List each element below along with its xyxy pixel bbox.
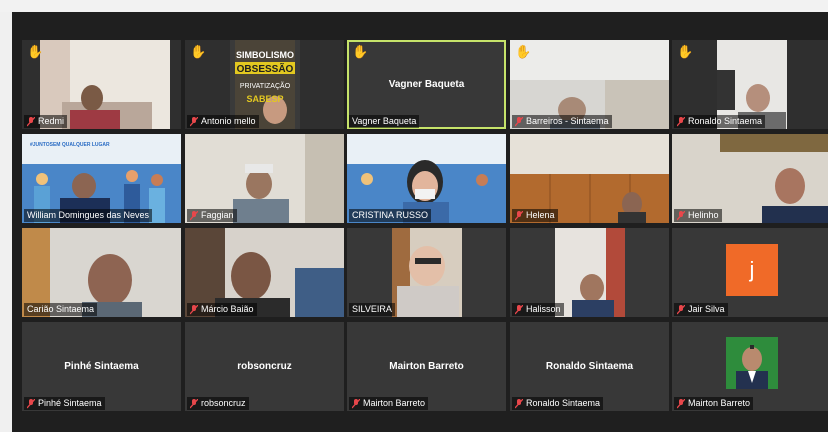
participant-name: Antonio mello bbox=[201, 116, 256, 126]
participant-tile-vagner-active[interactable]: ✋ Vagner Baqueta Vagner Baqueta bbox=[347, 40, 506, 129]
raised-hand-icon: ✋ bbox=[27, 44, 44, 59]
participant-tile-pinhe[interactable]: Pinhé Sintaema Pinhé Sintaema bbox=[22, 322, 181, 411]
participant-tile-mairton-2[interactable]: Mairton Barreto bbox=[672, 322, 828, 411]
participant-name: Carião Sintaema bbox=[27, 304, 95, 314]
participant-label: Ronaldo Sintaema bbox=[512, 397, 604, 410]
participant-name: CRISTINA RUSSO bbox=[352, 210, 429, 220]
participant-tile-jair[interactable]: j Jair Silva bbox=[672, 228, 828, 317]
muted-mic-icon bbox=[190, 398, 198, 408]
participant-tile-cariao[interactable]: Carião Sintaema bbox=[22, 228, 181, 317]
participant-label: Helinho bbox=[674, 209, 722, 222]
poster-line-3: PRIVATIZAÇÃO bbox=[240, 81, 291, 90]
muted-mic-icon bbox=[677, 398, 685, 408]
participant-label: Vagner Baqueta bbox=[349, 115, 420, 128]
participant-label: Halisson bbox=[512, 303, 564, 316]
participant-name: Jair Silva bbox=[688, 304, 725, 314]
participant-name: Helena bbox=[526, 210, 555, 220]
participant-label: Barreiros - Sintaema bbox=[512, 115, 612, 128]
participant-tile-barreiros[interactable]: ✋ Barreiros - Sintaema bbox=[510, 40, 669, 129]
participant-label: Márcio Baião bbox=[187, 303, 257, 316]
participant-label: Faggian bbox=[187, 209, 237, 222]
participant-tile-halisson[interactable]: Halisson bbox=[510, 228, 669, 317]
participant-tile-ronaldo[interactable]: ✋ Ronaldo Sintaema bbox=[672, 40, 828, 129]
muted-mic-icon bbox=[190, 116, 198, 126]
muted-mic-icon bbox=[515, 210, 523, 220]
participant-label: Carião Sintaema bbox=[24, 303, 98, 316]
muted-mic-icon bbox=[352, 398, 360, 408]
participant-tile-marcio[interactable]: Márcio Baião bbox=[185, 228, 344, 317]
participant-label: Helena bbox=[512, 209, 558, 222]
avatar: j bbox=[726, 244, 778, 296]
participant-name: Faggian bbox=[201, 210, 234, 220]
muted-mic-icon bbox=[515, 398, 523, 408]
muted-mic-icon bbox=[27, 398, 35, 408]
participant-tile-robsoncruz[interactable]: robsoncruz robsoncruz bbox=[185, 322, 344, 411]
participant-label: CRISTINA RUSSO bbox=[349, 209, 432, 222]
muted-mic-icon bbox=[190, 304, 198, 314]
participant-name: Halisson bbox=[526, 304, 561, 314]
poster-line-4: SABESP bbox=[246, 94, 283, 104]
participant-tile-william[interactable]: #JUNTOSEM QUALQUER LUGAR William Domingu… bbox=[22, 134, 181, 223]
participant-label: Ronaldo Sintaema bbox=[674, 115, 766, 128]
participant-name: SILVEIRA bbox=[352, 304, 392, 314]
window-top-strip bbox=[0, 0, 828, 12]
participant-label: Jair Silva bbox=[674, 303, 728, 316]
participant-label: Redmi bbox=[24, 115, 68, 128]
participant-tile-ronaldo-2[interactable]: Ronaldo Sintaema Ronaldo Sintaema bbox=[510, 322, 669, 411]
participant-tile-faggian[interactable]: Faggian bbox=[185, 134, 344, 223]
participant-label: Mairton Barreto bbox=[349, 397, 429, 410]
raised-hand-icon: ✋ bbox=[515, 44, 532, 59]
participant-name: Mairton Barreto bbox=[688, 398, 751, 408]
raised-hand-icon: ✋ bbox=[677, 44, 694, 59]
poster-line-2: OBSESSÃO bbox=[237, 62, 294, 75]
participant-name: Ronaldo Sintaema bbox=[688, 116, 763, 126]
muted-mic-icon bbox=[515, 116, 523, 126]
video-grid: ✋ Redmi SIMBOLISMO OBSESSÃO PRIVATIZAÇÃO… bbox=[12, 12, 828, 432]
raised-hand-icon: ✋ bbox=[190, 44, 207, 59]
participant-tile-antonio[interactable]: SIMBOLISMO OBSESSÃO PRIVATIZAÇÃO SABESP … bbox=[185, 40, 344, 129]
participant-name: Pinhé Sintaema bbox=[38, 398, 102, 408]
participant-label: Antonio mello bbox=[187, 115, 259, 128]
muted-mic-icon bbox=[27, 116, 35, 126]
muted-mic-icon bbox=[190, 210, 198, 220]
participant-name: Márcio Baião bbox=[201, 304, 254, 314]
participant-label: SILVEIRA bbox=[349, 303, 395, 316]
participant-name: Helinho bbox=[688, 210, 719, 220]
participant-label: William Domingues das Neves bbox=[24, 209, 153, 222]
participant-label: robsoncruz bbox=[187, 397, 249, 410]
participant-label: Mairton Barreto bbox=[674, 397, 754, 410]
muted-mic-icon bbox=[515, 304, 523, 314]
muted-mic-icon bbox=[677, 116, 685, 126]
participant-tile-cristina[interactable]: CRISTINA RUSSO bbox=[347, 134, 506, 223]
participant-name: Redmi bbox=[38, 116, 65, 126]
participant-name: Barreiros - Sintaema bbox=[526, 116, 609, 126]
participant-tile-redmi[interactable]: ✋ Redmi bbox=[22, 40, 181, 129]
muted-mic-icon bbox=[677, 304, 685, 314]
profile-photo bbox=[726, 337, 778, 389]
poster-line-1: SIMBOLISMO bbox=[236, 50, 294, 60]
participant-tile-helinho[interactable]: Helinho bbox=[672, 134, 828, 223]
muted-mic-icon bbox=[677, 210, 685, 220]
participant-name: William Domingues das Neves bbox=[27, 210, 150, 220]
participant-name: Ronaldo Sintaema bbox=[526, 398, 601, 408]
participant-tile-silveira[interactable]: SILVEIRA bbox=[347, 228, 506, 317]
participant-name: Mairton Barreto bbox=[363, 398, 426, 408]
participant-label: Pinhé Sintaema bbox=[24, 397, 105, 410]
banner-text: #JUNTOSEM QUALQUER LUGAR bbox=[30, 142, 110, 148]
participant-tile-mairton[interactable]: Mairton Barreto Mairton Barreto bbox=[347, 322, 506, 411]
participant-tile-helena[interactable]: Helena bbox=[510, 134, 669, 223]
participant-name: Vagner Baqueta bbox=[352, 116, 417, 126]
participant-name: robsoncruz bbox=[201, 398, 246, 408]
